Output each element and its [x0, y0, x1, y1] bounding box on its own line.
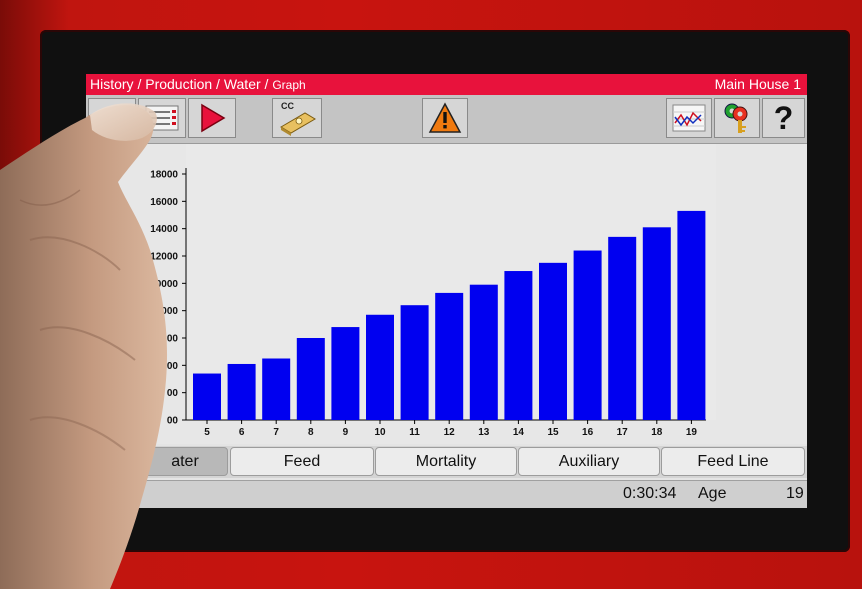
x-tick-label: 8 — [308, 427, 314, 438]
tab-auxiliary-label: Auxiliary — [558, 452, 620, 470]
x-tick-label: 10 — [374, 427, 386, 438]
title-bar: History / Production / Water / Graph Mai… — [86, 74, 807, 95]
clock-time: 0:30:34 — [623, 485, 677, 502]
y-tick-label: 12000 — [150, 252, 178, 263]
bar — [435, 292, 464, 420]
x-tick-label: 11 — [409, 427, 420, 438]
bar — [573, 250, 602, 420]
x-tick-label: 5 — [204, 427, 210, 438]
tab-feed-label: Feed — [283, 452, 321, 470]
y-tick-label: 18000 — [150, 170, 178, 181]
x-tick-label: 6 — [239, 427, 245, 438]
bar — [642, 227, 671, 420]
controller-button[interactable]: CC — [272, 98, 322, 138]
bar — [469, 284, 498, 420]
tab-mortality-label: Mortality — [415, 452, 477, 470]
keys-icon — [724, 103, 748, 133]
tab-feed-line[interactable]: Feed Line — [661, 447, 805, 476]
tab-feed[interactable]: Feed — [230, 447, 374, 476]
tab-water-label: ater — [171, 452, 199, 470]
back-button[interactable] — [88, 98, 136, 138]
y-tick-label: 00 — [167, 388, 179, 399]
help-button[interactable]: ? — [762, 98, 805, 138]
x-tick-label: 16 — [582, 427, 594, 438]
bar — [366, 314, 394, 420]
y-tick-label: 8000 — [156, 306, 179, 317]
alarm-button[interactable] — [422, 98, 468, 138]
bar — [262, 358, 291, 420]
bar — [296, 338, 325, 420]
bar — [539, 262, 567, 420]
cc-label: CC — [281, 101, 294, 111]
x-tick-label: 15 — [547, 427, 559, 438]
bar — [331, 327, 360, 420]
bar — [400, 305, 429, 420]
y-tick-label: 00 — [167, 416, 179, 427]
x-tick-label: 12 — [444, 427, 456, 438]
toolbar: CC ? — [86, 95, 807, 144]
tab-feed-line-label: Feed Line — [697, 452, 769, 470]
list-icon — [145, 105, 179, 131]
breadcrumb-sub: Graph — [272, 78, 306, 92]
y-tick-label: 10000 — [150, 279, 178, 290]
x-tick-label: 9 — [343, 427, 349, 438]
y-tick-label: 16000 — [150, 197, 178, 208]
play-button[interactable] — [188, 98, 236, 138]
y-tick-label: 000 — [161, 334, 178, 345]
tab-auxiliary[interactable]: Auxiliary — [518, 447, 660, 476]
breadcrumb-main: History / Production / Water / — [90, 76, 273, 92]
status-bar: 0:30:34 Age 19 — [86, 480, 807, 508]
keys-button[interactable] — [714, 98, 760, 138]
x-tick-label: 14 — [513, 427, 525, 438]
x-tick-label: 18 — [651, 427, 663, 438]
line-graph-icon — [672, 104, 706, 132]
touch-screen: History / Production / Water / Graph Mai… — [86, 74, 807, 508]
water-chart: 1800016000140001200010000800000000000000… — [150, 144, 716, 454]
x-tick-label: 19 — [686, 427, 698, 438]
back-arrow-icon — [104, 107, 120, 129]
graph-button[interactable] — [666, 98, 712, 138]
y-tick-label: 0 — [172, 443, 178, 444]
x-tick-label: 7 — [273, 427, 279, 438]
age-value: 19 — [786, 485, 804, 502]
chart-area: 1800016000140001200010000800000000000000… — [86, 144, 807, 454]
help-icon: ? — [773, 99, 794, 136]
breadcrumb: History / Production / Water / Graph — [90, 74, 306, 96]
x-tick-label: 13 — [478, 427, 490, 438]
bar — [608, 236, 637, 420]
tab-mortality[interactable]: Mortality — [375, 447, 517, 476]
age-label: Age — [698, 485, 727, 502]
y-tick-label: 14000 — [150, 224, 178, 235]
tab-water[interactable]: ater — [86, 447, 228, 476]
bar — [504, 271, 533, 420]
bar — [677, 210, 706, 420]
tab-bar: ater Feed Mortality Auxiliary Feed Line — [86, 446, 807, 478]
controller-icon: CC — [280, 101, 316, 136]
list-view-button[interactable] — [138, 98, 186, 138]
x-tick-label: 17 — [617, 427, 629, 438]
bar — [227, 363, 256, 420]
y-tick-label: 000 — [161, 361, 178, 372]
house-name: Main House 1 — [714, 76, 801, 92]
warning-icon — [428, 102, 462, 133]
bar — [193, 373, 221, 420]
play-icon — [201, 103, 226, 133]
